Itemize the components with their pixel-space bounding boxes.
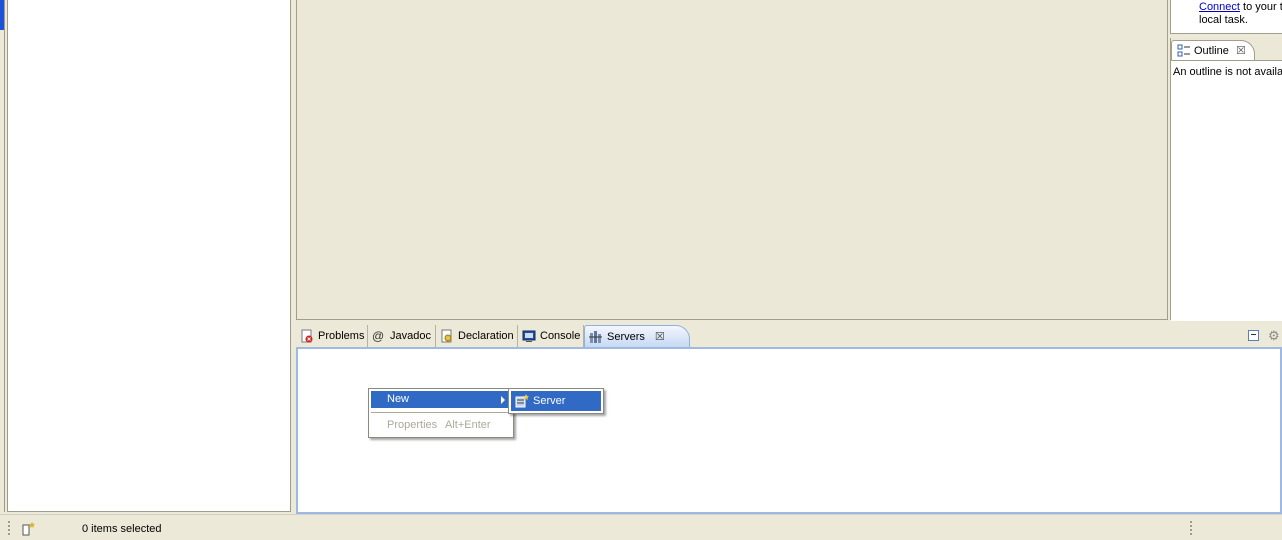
status-text: 0 items selected: [82, 523, 162, 535]
menu-separator: [371, 412, 511, 413]
tab-problems-label: Problems: [318, 330, 365, 342]
new-submenu: Server: [508, 388, 604, 414]
submenu-arrow-icon: [501, 396, 505, 404]
close-icon[interactable]: ☒: [1236, 44, 1246, 57]
package-explorer-panel[interactable]: [7, 0, 291, 512]
outline-body: An outline is not availa: [1171, 60, 1282, 321]
at-sign-icon: @: [372, 329, 385, 343]
editor-area[interactable]: [296, 0, 1168, 320]
tab-javadoc-label: Javadoc: [390, 330, 431, 342]
tab-console[interactable]: Console: [518, 325, 584, 347]
menu-item-new[interactable]: New: [371, 391, 511, 408]
menu-item-server-label: Server: [533, 395, 566, 407]
fast-view-icon[interactable]: [22, 522, 36, 539]
servers-icon: [589, 330, 603, 344]
tab-javadoc[interactable]: @ Javadoc: [368, 325, 436, 347]
tab-outline-label: Outline: [1194, 45, 1229, 57]
console-icon: [522, 329, 536, 343]
outline-message: An outline is not availa: [1173, 66, 1282, 78]
outline-view: Outline ☒ An outline is not availa: [1170, 38, 1282, 321]
tab-problems[interactable]: Problems: [296, 325, 368, 347]
menu-item-properties[interactable]: Properties Alt+Enter: [371, 417, 511, 434]
task-list-text-line2: local task.: [1199, 14, 1248, 26]
close-icon[interactable]: ☒: [655, 330, 665, 343]
status-grip: [1190, 521, 1192, 535]
declaration-icon: [440, 329, 454, 343]
task-list-text: to your t: [1239, 1, 1282, 13]
minimize-button[interactable]: [1248, 330, 1259, 341]
tab-declaration[interactable]: Declaration: [436, 325, 518, 347]
sash-divider[interactable]: [4, 0, 5, 512]
menu-item-server[interactable]: Server: [511, 391, 601, 411]
status-grip: [8, 521, 10, 535]
status-bar: 0 items selected: [0, 514, 1282, 540]
outline-icon: [1177, 44, 1191, 61]
task-list-panel: Connect to your t local task.: [1170, 0, 1282, 34]
tab-declaration-label: Declaration: [458, 330, 514, 342]
tab-servers-label: Servers: [607, 330, 645, 343]
gear-icon[interactable]: ⚙: [1268, 328, 1280, 344]
menu-item-properties-label: Properties: [387, 419, 438, 431]
tab-outline[interactable]: Outline ☒: [1171, 40, 1255, 60]
menu-item-new-label: New: [387, 393, 410, 405]
task-list-message: Connect to your t local task.: [1199, 1, 1282, 27]
problems-icon: [300, 329, 314, 343]
tab-servers[interactable]: Servers ☒: [584, 325, 690, 347]
menu-item-properties-accelerator: Alt+Enter: [445, 419, 491, 431]
tab-console-label: Console: [540, 330, 581, 342]
new-server-icon: [515, 394, 529, 411]
connect-link[interactable]: Connect: [1199, 1, 1240, 13]
context-menu: New Properties Alt+Enter: [368, 388, 514, 438]
view-tab-row: Problems @ Javadoc Declaration Console S…: [296, 324, 1282, 347]
